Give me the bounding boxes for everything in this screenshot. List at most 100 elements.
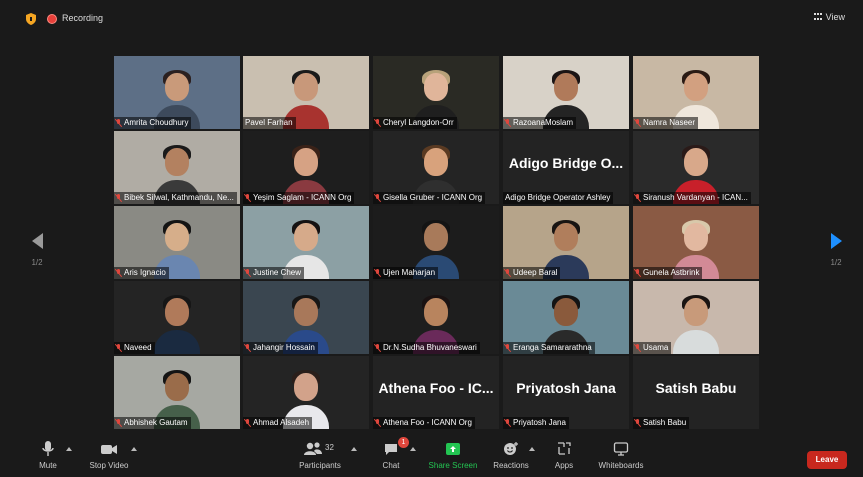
participant-tile[interactable]: Satish Babu Satish Babu (633, 356, 759, 429)
participant-name: Yeşim Saglam - ICANN Org (253, 193, 352, 202)
participant-name-bar: Jahangir Hossain (243, 342, 318, 354)
participant-video-feed (673, 292, 719, 354)
gallery-grid-icon (813, 13, 823, 21)
participant-tile[interactable]: Amrita Choudhury (114, 56, 240, 129)
participant-name-bar: Siranush Vardanyan - ICAN... (633, 192, 751, 204)
participant-name: Abhishek Gautam (124, 418, 188, 427)
participant-name-bar: Satish Babu (633, 417, 690, 429)
muted-microphone-icon (116, 194, 122, 202)
participant-tile[interactable]: Jahangir Hossain (243, 281, 369, 354)
participant-name: Dr.N.Sudha Bhuvaneswari (383, 343, 477, 352)
participant-tile[interactable]: Udeep Baral (503, 206, 629, 279)
reactions-options-caret-icon[interactable] (529, 447, 535, 451)
person-head (424, 73, 448, 101)
participant-name-bar: Naveed (114, 342, 155, 354)
view-button[interactable]: View (813, 12, 845, 22)
stop-video-button[interactable]: Stop Video (86, 440, 132, 470)
participant-name-bar: Dr.N.Sudha Bhuvaneswari (373, 342, 480, 354)
muted-microphone-icon (375, 269, 381, 277)
participant-name-bar: Eranga Samararathna (503, 342, 595, 354)
recording-indicator-icon (47, 14, 57, 24)
participant-name: RazoanaMoslam (513, 118, 574, 127)
participant-name: Namra Naseer (643, 118, 696, 127)
recording-label: Recording (62, 13, 104, 23)
participant-tile[interactable]: Priyatosh Jana Priyatosh Jana (503, 356, 629, 429)
participant-tile[interactable]: Pavel Farhan (243, 56, 369, 129)
security-shield-icon[interactable] (26, 13, 36, 25)
reactions-button[interactable]: Reactions (492, 440, 530, 470)
video-options-caret-icon[interactable] (131, 447, 137, 451)
person-head (294, 373, 318, 401)
chat-options-caret-icon[interactable] (410, 447, 416, 451)
participant-tile[interactable]: Justine Chew (243, 206, 369, 279)
microphone-icon (41, 440, 55, 458)
muted-microphone-icon (635, 119, 641, 127)
person-body (673, 330, 719, 354)
participant-name: Gisella Gruber - ICANN Org (383, 193, 483, 202)
muted-microphone-icon (245, 269, 251, 277)
participant-tile[interactable]: Athena Foo - IC... Athena Foo - ICANN Org (373, 356, 499, 429)
participant-name-bar: Cheryl Langdon-Orr (373, 117, 457, 129)
participants-options-caret-icon[interactable] (351, 447, 357, 451)
participant-name: Pavel Farhan (245, 118, 293, 127)
participant-name-bar: Yeşim Saglam - ICANN Org (243, 192, 355, 204)
participant-tile[interactable]: Eranga Samararathna (503, 281, 629, 354)
meeting-top-bar: Recording View (0, 0, 863, 36)
mute-button[interactable]: Mute (34, 440, 62, 470)
participant-name-bar: Ujen Maharjan (373, 267, 439, 279)
stop-video-label: Stop Video (89, 461, 129, 470)
participant-tile[interactable]: Adigo Bridge O... Adigo Bridge Operator A… (503, 131, 629, 204)
participant-tile[interactable]: Dr.N.Sudha Bhuvaneswari (373, 281, 499, 354)
participant-name: Justine Chew (253, 268, 302, 277)
meeting-toolbar: Mute Stop Video 32 Participants 1 Chat S… (0, 437, 863, 477)
person-head (165, 223, 189, 251)
participant-name-bar: RazoanaMoslam (503, 117, 577, 129)
participant-name-bar: Ahmad Alsadeh (243, 417, 313, 429)
person-head (165, 373, 189, 401)
participant-tile[interactable]: Gunela Astbrink (633, 206, 759, 279)
share-screen-button[interactable]: Share Screen (428, 440, 478, 470)
share-screen-icon (445, 440, 461, 458)
muted-microphone-icon (116, 344, 122, 352)
participants-icon: 32 (303, 440, 337, 458)
next-page-button[interactable]: 1/2 (826, 233, 846, 267)
participant-name-bar: Pavel Farhan (243, 117, 296, 129)
muted-microphone-icon (375, 194, 381, 202)
participants-button[interactable]: 32 Participants (296, 440, 344, 470)
participant-tile[interactable]: Naveed (114, 281, 240, 354)
person-head (684, 148, 708, 176)
reactions-label: Reactions (493, 461, 529, 470)
participant-tile[interactable]: Bibek Silwal, Kathmandu, Ne... (114, 131, 240, 204)
participant-tile[interactable]: Yeşim Saglam - ICANN Org (243, 131, 369, 204)
view-label: View (825, 12, 845, 22)
person-head (424, 298, 448, 326)
audio-options-caret-icon[interactable] (66, 447, 72, 451)
participant-tile[interactable]: Abhishek Gautam (114, 356, 240, 429)
participant-tile[interactable]: Ahmad Alsadeh (243, 356, 369, 429)
muted-microphone-icon (245, 344, 251, 352)
participant-tile[interactable]: Namra Naseer (633, 56, 759, 129)
participant-name-bar: Amrita Choudhury (114, 117, 192, 129)
participant-tile[interactable]: Aris Ignacio (114, 206, 240, 279)
previous-page-button[interactable]: 1/2 (27, 233, 47, 267)
participant-name: Eranga Samararathna (513, 343, 592, 352)
participant-name: Bibek Silwal, Kathmandu, Ne... (124, 193, 234, 202)
participant-tile[interactable]: Gisella Gruber - ICANN Org (373, 131, 499, 204)
participant-tile[interactable]: Ujen Maharjan (373, 206, 499, 279)
participant-tile[interactable]: Cheryl Langdon-Orr (373, 56, 499, 129)
participant-name: Satish Babu (643, 418, 687, 427)
whiteboards-button[interactable]: Whiteboards (596, 440, 646, 470)
participant-tile[interactable]: Siranush Vardanyan - ICAN... (633, 131, 759, 204)
leave-button[interactable]: Leave (807, 451, 847, 469)
participant-tile[interactable]: Usama (633, 281, 759, 354)
participant-name-bar: Namra Naseer (633, 117, 699, 129)
person-head (294, 148, 318, 176)
participant-name-bar: Adigo Bridge Operator Ashley (503, 192, 614, 204)
person-head (684, 223, 708, 251)
apps-button[interactable]: Apps (551, 440, 577, 470)
participant-tile[interactable]: RazoanaMoslam (503, 56, 629, 129)
reactions-emoji-icon (503, 440, 519, 458)
person-head (424, 223, 448, 251)
person-head (554, 73, 578, 101)
chat-button[interactable]: 1 Chat (378, 437, 409, 470)
